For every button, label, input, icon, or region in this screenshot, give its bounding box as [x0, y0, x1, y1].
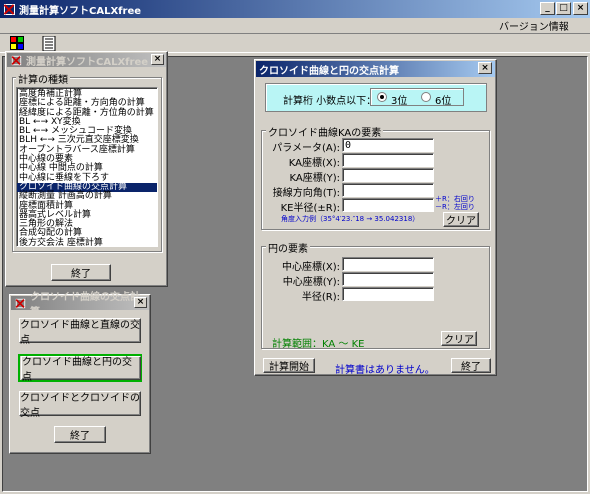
calc-title: クロソイド曲線と円の交点計算	[259, 65, 399, 77]
calc-type-group-label: 計算の種類	[16, 71, 70, 86]
app-title: 測量計算ソフトCALXfree	[19, 5, 142, 17]
calc-range-text: 計算範囲：KA ～ KE	[272, 339, 365, 350]
clothoid-menu-titlebar: クロソイド曲線の交点計算 ×	[11, 292, 149, 318]
calculator-icon[interactable]	[10, 36, 24, 50]
main-menu-close-button[interactable]: 終了	[51, 264, 111, 281]
clothoid-line-button[interactable]: クロソイド曲線と直線の交点	[19, 318, 141, 346]
calc-close-button[interactable]: 終了	[451, 358, 491, 373]
menu-version-info[interactable]: バージョン情報	[499, 18, 569, 33]
clothoid-field-label: KE半径(±R):	[280, 203, 340, 214]
close-button[interactable]: ×	[573, 2, 588, 15]
toolbar	[0, 33, 590, 53]
clothoid-field-input[interactable]	[342, 168, 434, 182]
circle-field-label: 中心座標(X):	[281, 262, 340, 273]
clothoid-field-input[interactable]	[342, 198, 434, 212]
precision-label: 計算桁 小数点以下：	[283, 96, 377, 107]
radio-6-label[interactable]: 6位	[435, 92, 451, 107]
close-button[interactable]: ×	[134, 297, 147, 308]
calc-window: クロソイド曲線と円の交点計算 × 計算桁 小数点以下： 3位 6位 クロソイド曲…	[254, 59, 497, 376]
circle-field-label: 中心座標(Y):	[282, 277, 340, 288]
calc-type-item[interactable]: 後方交会法 座標計算	[17, 238, 157, 246]
circle-field-input[interactable]	[342, 257, 434, 271]
calc-start-button[interactable]: 計算開始	[263, 358, 315, 373]
app-titlebar: 測量計算ソフトCALXfree _ □ ×	[0, 0, 590, 18]
main-menu-window: 測量計算ソフトCALXfree × 計算の種類 高度角補正計算 座標による距離・方…	[5, 51, 168, 287]
clothoid-field-input[interactable]	[342, 183, 434, 197]
precision-box: 計算桁 小数点以下： 3位 6位	[265, 83, 487, 112]
angle-example: 角度入力例（35°4′23.″18 → 35.042318）	[281, 215, 420, 223]
clothoid-field-label: KA座標(Y):	[289, 173, 340, 184]
hint-minus: －R：左回り	[435, 203, 475, 211]
clothoid-clear-button[interactable]: クリア	[443, 212, 479, 227]
minimize-button[interactable]: _	[540, 2, 555, 15]
clothoid-field-input[interactable]	[342, 153, 434, 167]
status-text: 計算書はありません。	[335, 365, 435, 376]
app-icon	[11, 54, 22, 65]
app-icon	[15, 297, 26, 308]
precision-radio-group: 3位 6位	[370, 88, 464, 107]
clothoid-menu-window: クロソイド曲線の交点計算 × クロソイド曲線と直線の交点 クロソイド曲線と円の交…	[9, 292, 151, 454]
calc-type-list-items: 高度角補正計算 座標による距離・方向角の計算 経緯度による距離・方位角の計算 BL ←…	[17, 89, 157, 246]
close-button[interactable]: ×	[151, 54, 164, 65]
main-menu-title: 測量計算ソフトCALXfree	[26, 56, 149, 68]
clothoid-clothoid-button[interactable]: クロソイドとクロソイドの交点	[19, 391, 141, 419]
clothoid-field-input[interactable]	[342, 138, 434, 152]
clothoid-field-label: 接線方向角(T):	[272, 188, 340, 199]
radio-3-label[interactable]: 3位	[391, 92, 407, 107]
clothoid-field-label: パラメータ(A):	[272, 143, 340, 154]
document-icon[interactable]	[42, 35, 56, 52]
circle-clear-button[interactable]: クリア	[441, 331, 477, 346]
main-menu-titlebar: 測量計算ソフトCALXfree ×	[7, 53, 166, 68]
clothoid-circle-button[interactable]: クロソイド曲線と円の交点	[21, 356, 141, 383]
circle-group-label: 円の要素	[266, 240, 310, 255]
clothoid-menu-title: クロソイド曲線の交点計算	[30, 292, 140, 318]
circle-field-label: 半径(R):	[301, 292, 340, 303]
calc-titlebar: クロソイド曲線と円の交点計算 ×	[256, 61, 495, 77]
maximize-button[interactable]: □	[556, 2, 571, 15]
clothoid-group-label: クロソイド曲線KAの要素	[266, 124, 384, 139]
clothoid-field-label: KA座標(X):	[288, 158, 340, 169]
menu-bar: バージョン情報	[0, 18, 590, 33]
clothoid-menu-close-button[interactable]: 終了	[54, 426, 106, 443]
radio-3-icon[interactable]	[377, 92, 387, 102]
calc-type-list[interactable]: 高度角補正計算 座標による距離・方向角の計算 経緯度による距離・方位角の計算 BL ←…	[16, 87, 158, 247]
app-icon	[3, 3, 16, 16]
circle-field-input[interactable]	[342, 272, 434, 286]
radio-6-icon[interactable]	[421, 92, 431, 102]
circle-field-input[interactable]	[342, 287, 434, 301]
close-button[interactable]: ×	[478, 62, 492, 74]
